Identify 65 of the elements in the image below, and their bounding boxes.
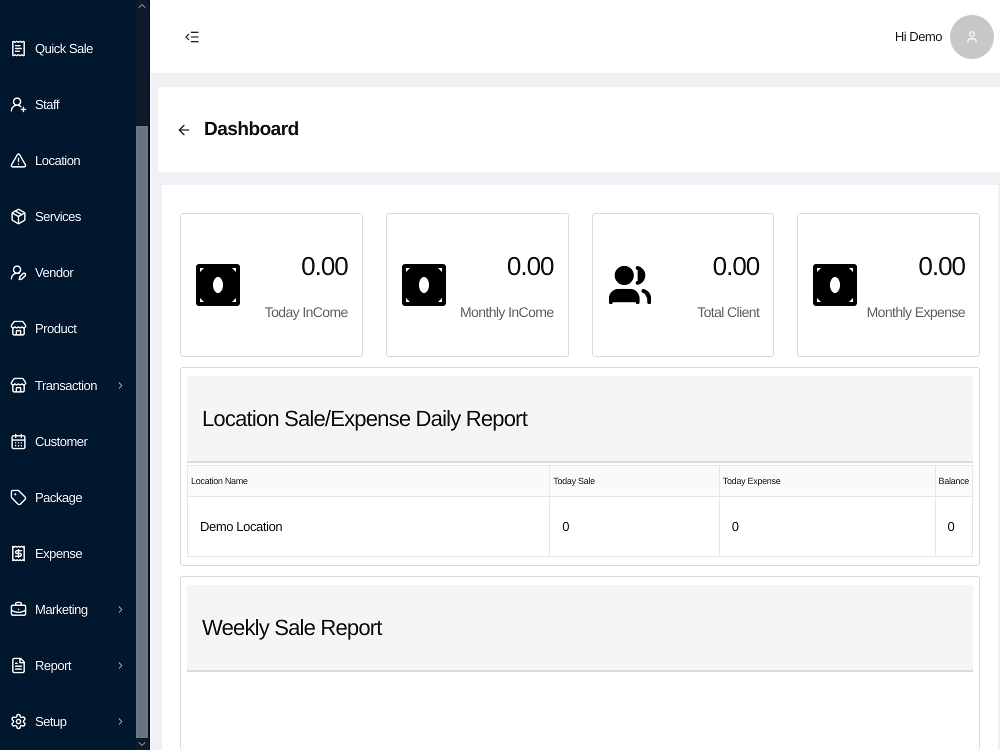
menu-item-icon (10, 488, 27, 506)
column-header: Today Expense (719, 466, 936, 496)
banknote-icon (195, 263, 241, 307)
user-greeting: Hi Demo (894, 29, 942, 44)
banknote-icon (400, 263, 447, 307)
stat-value: 0.00 (712, 250, 760, 282)
report-title: Weekly Sale Report (202, 614, 382, 640)
stat-label: Total Client (697, 304, 760, 320)
menu-item-icon (10, 713, 27, 730)
column-header: Balance (935, 466, 972, 496)
sidebar-item-label: Location (35, 152, 82, 168)
column-header: Location Name (188, 466, 550, 496)
table-cell: 0 (719, 496, 936, 556)
sidebar-item[interactable]: Staff (0, 76, 136, 132)
sidebar-item-label: Customer (35, 434, 89, 449)
sidebar-item[interactable]: Vendor (0, 244, 136, 301)
sidebar-item-label: Setup (35, 714, 68, 730)
sidebar-item[interactable]: Report (0, 638, 136, 694)
sidebar-item-label: Staff (35, 96, 60, 112)
table-cell: 0 (935, 496, 972, 556)
stat-value: 0.00 (506, 250, 554, 282)
stat-label: Monthly InCome (460, 304, 554, 320)
stat-value: 0.00 (301, 250, 348, 282)
sidebar-item-label: Vendor (35, 265, 74, 280)
sidebar-item-label: Marketing (35, 602, 89, 618)
report-title: Location Sale/Expense Daily Report (202, 406, 528, 432)
sidebar-item[interactable]: Product (0, 300, 136, 357)
sidebar-item[interactable]: Package (0, 469, 136, 526)
scrollbar-thumb[interactable] (136, 126, 148, 738)
sidebar-item[interactable]: Quick Sale (0, 20, 136, 76)
menu-item-icon (10, 657, 27, 674)
menu-item-icon (10, 544, 27, 562)
column-header: Today Sale (550, 466, 720, 496)
stat-label: Today InCome (264, 304, 348, 320)
menu-item-icon (10, 40, 27, 57)
sidebar-item[interactable]: Setup (0, 694, 136, 750)
sidebar-item[interactable]: Transaction (0, 356, 136, 414)
scrollbar[interactable] (136, 0, 150, 750)
menu-item-icon (10, 152, 27, 169)
menu-item-icon (10, 432, 27, 450)
sidebar-item-label: Package (35, 490, 84, 505)
sidebar-item-label: Transaction (35, 378, 98, 393)
sidebar-item[interactable]: Marketing (0, 582, 136, 638)
menu-item-icon (10, 320, 27, 338)
sidebar-item[interactable]: Expense (0, 525, 136, 582)
menu-item-icon (10, 376, 27, 394)
stat-label: Monthly Expense (866, 304, 965, 320)
banknote-icon (812, 263, 858, 307)
menu-item-icon (10, 96, 27, 113)
menu-item-icon (10, 264, 27, 282)
sidebar-item-label: Quick Sale (35, 40, 94, 56)
menu-item-icon (10, 601, 27, 618)
sidebar-item-label: Report (35, 658, 72, 674)
sidebar-item-label: Services (35, 209, 82, 224)
menu-item-icon (10, 208, 27, 226)
sidebar-item-label: Product (35, 321, 78, 336)
menu-icon[interactable] (184, 28, 200, 44)
sidebar-item[interactable]: Services (0, 188, 136, 245)
sidebar-item[interactable]: Location (0, 132, 136, 188)
page-title: Dashboard (204, 118, 299, 140)
sidebar-item[interactable]: Customer (0, 413, 136, 470)
table-cell: 0 (550, 496, 720, 556)
stat-value: 0.00 (918, 250, 965, 282)
table-cell: Demo Location (188, 496, 550, 556)
sidebar-item-label: Expense (35, 546, 84, 561)
